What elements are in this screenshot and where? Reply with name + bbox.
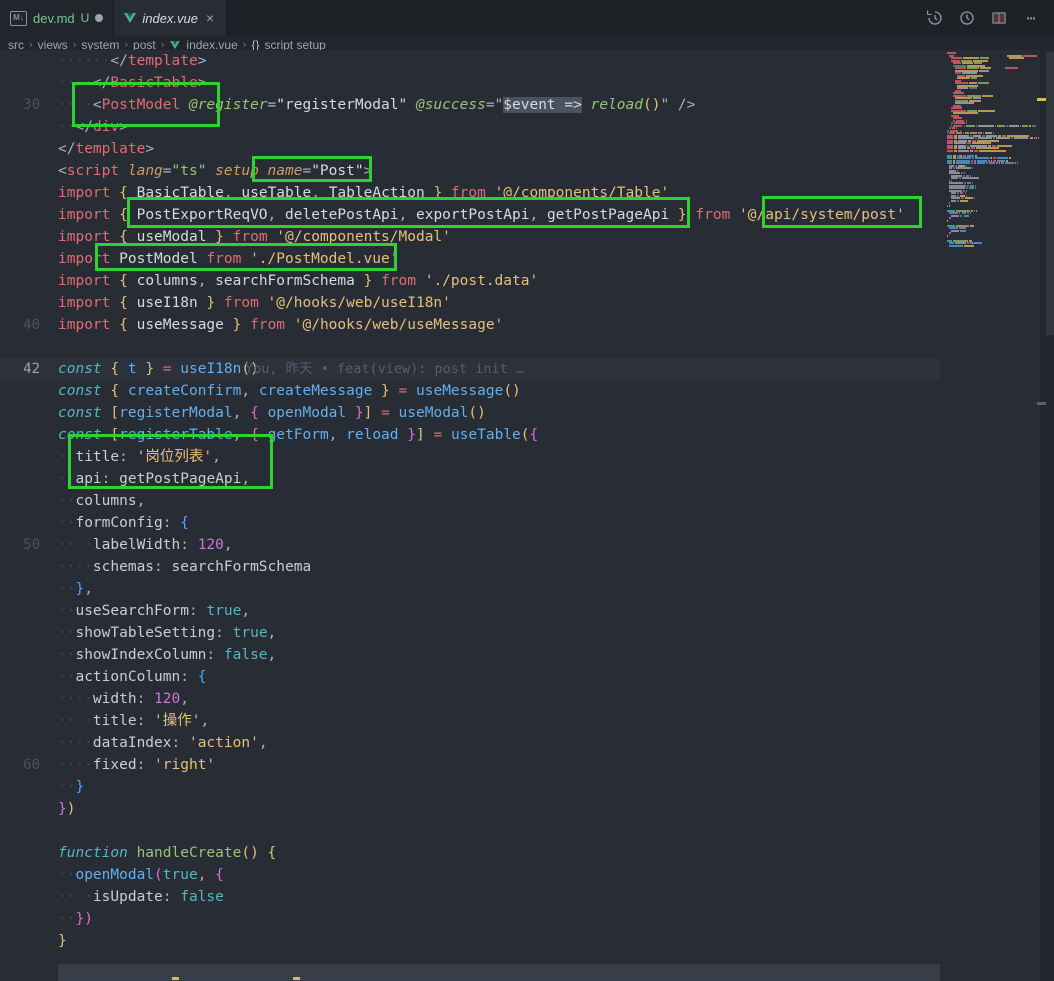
- code-line[interactable]: import { useI18n } from '@/hooks/web/use…: [0, 292, 940, 314]
- code-line[interactable]: const { createConfirm, createMessage } =…: [0, 380, 940, 402]
- code-line[interactable]: }): [0, 798, 940, 820]
- tab-label: index.vue: [142, 11, 198, 26]
- editor-actions: ⋯: [926, 0, 1054, 36]
- code-line[interactable]: <script lang="ts" setup name="Post">: [0, 160, 940, 182]
- chevron-right-icon: ›: [124, 39, 128, 51]
- code-line[interactable]: ····width: 120,: [0, 688, 940, 710]
- code-line[interactable]: ····isUpdate: false: [0, 886, 940, 908]
- history-icon[interactable]: [926, 9, 944, 27]
- code-line[interactable]: ··showTableSetting: true,: [0, 622, 940, 644]
- line-number: 60: [0, 754, 40, 776]
- split-editor-icon[interactable]: [990, 9, 1008, 27]
- ruler-mark: [1037, 98, 1046, 101]
- tab-label: dev.md: [33, 11, 75, 26]
- scrollbar-thumb[interactable]: [1046, 52, 1054, 335]
- code-editor[interactable]: ······</template>····</BasicTable>30····…: [0, 50, 945, 981]
- markdown-file-icon: M↓: [10, 11, 27, 26]
- code-line[interactable]: function handleCreate() {: [0, 842, 940, 864]
- code-line[interactable]: </template>: [0, 138, 940, 160]
- code-line[interactable]: ··openModal(true, {: [0, 864, 940, 886]
- minimap[interactable]: [945, 50, 1040, 981]
- ruler-mark: [1037, 402, 1046, 405]
- code-line[interactable]: ··}): [0, 908, 940, 930]
- vue-file-icon: [171, 41, 181, 49]
- code-line[interactable]: [0, 336, 940, 358]
- code-line[interactable]: ··},: [0, 578, 940, 600]
- code-line[interactable]: import { useModal } from '@/components/M…: [0, 226, 940, 248]
- timeline-icon[interactable]: [958, 9, 976, 27]
- code-line[interactable]: ··</div>: [0, 116, 940, 138]
- tab-bar: M↓ dev.md U index.vue × ⋯: [0, 0, 1054, 36]
- code-line[interactable]: 40import { useMessage } from '@/hooks/we…: [0, 314, 940, 336]
- code-line[interactable]: const [registerModal, { openModal }] = u…: [0, 402, 940, 424]
- vue-file-icon: [124, 13, 136, 23]
- code-line[interactable]: [0, 820, 940, 842]
- code-line[interactable]: ····</BasicTable>: [0, 72, 940, 94]
- code-line[interactable]: ··}: [0, 776, 940, 798]
- chevron-right-icon: ›: [161, 39, 165, 51]
- code-line[interactable]: import { BasicTable, useTable, TableActi…: [0, 182, 940, 204]
- code-line[interactable]: ··title: '岗位列表',: [0, 446, 940, 468]
- code-line[interactable]: const [registerTable, { getForm, reload …: [0, 424, 940, 446]
- code-line[interactable]: ··api: getPostPageApi,: [0, 468, 940, 490]
- code-line[interactable]: ····dataIndex: 'action',: [0, 732, 940, 754]
- code-line[interactable]: ··actionColumn: {: [0, 666, 940, 688]
- line-number: 42: [0, 358, 40, 380]
- code-line[interactable]: import { PostExportReqVO, deletePostApi,…: [0, 204, 940, 226]
- code-line[interactable]: }: [0, 930, 940, 952]
- git-blame-annotation: You, 昨天 • feat(view): post init …: [245, 358, 524, 380]
- code-line[interactable]: import { columns, searchFormSchema } fro…: [0, 270, 940, 292]
- vscode-window: M↓ dev.md U index.vue × ⋯ src › views: [0, 0, 1054, 981]
- close-tab-icon[interactable]: ×: [204, 10, 216, 26]
- more-actions-icon[interactable]: ⋯: [1022, 9, 1040, 27]
- line-number: 40: [0, 314, 40, 336]
- chevron-right-icon: ›: [29, 39, 33, 51]
- chevron-right-icon: ›: [73, 39, 77, 51]
- chevron-right-icon: ›: [243, 39, 247, 51]
- code-line[interactable]: 50····labelWidth: 120,: [0, 534, 940, 556]
- code-line[interactable]: 30····<PostModel @register="registerModa…: [0, 94, 940, 116]
- git-untracked-badge: U: [81, 11, 90, 25]
- code-line[interactable]: 42const { t } = useI18n()You, 昨天 • feat(…: [0, 358, 940, 380]
- code-line[interactable]: 60····fixed: 'right': [0, 754, 940, 776]
- code-line[interactable]: ····title: '操作',: [0, 710, 940, 732]
- code-line[interactable]: ····schemas: searchFormSchema: [0, 556, 940, 578]
- code-line[interactable]: ··columns,: [0, 490, 940, 512]
- code-line[interactable]: import PostModel from './PostModel.vue': [0, 248, 940, 270]
- code-line[interactable]: ··formConfig: {: [0, 512, 940, 534]
- code-line[interactable]: ······</template>: [0, 50, 940, 72]
- partially-visible-line: [58, 964, 940, 981]
- tab-dev-md[interactable]: M↓ dev.md U: [0, 0, 114, 36]
- unsaved-dot-icon[interactable]: [95, 14, 103, 22]
- line-number: 50: [0, 534, 40, 556]
- code-line[interactable]: ··showIndexColumn: false,: [0, 644, 940, 666]
- line-number: 30: [0, 94, 40, 116]
- code-line[interactable]: ··useSearchForm: true,: [0, 600, 940, 622]
- tab-index-vue[interactable]: index.vue ×: [114, 0, 227, 36]
